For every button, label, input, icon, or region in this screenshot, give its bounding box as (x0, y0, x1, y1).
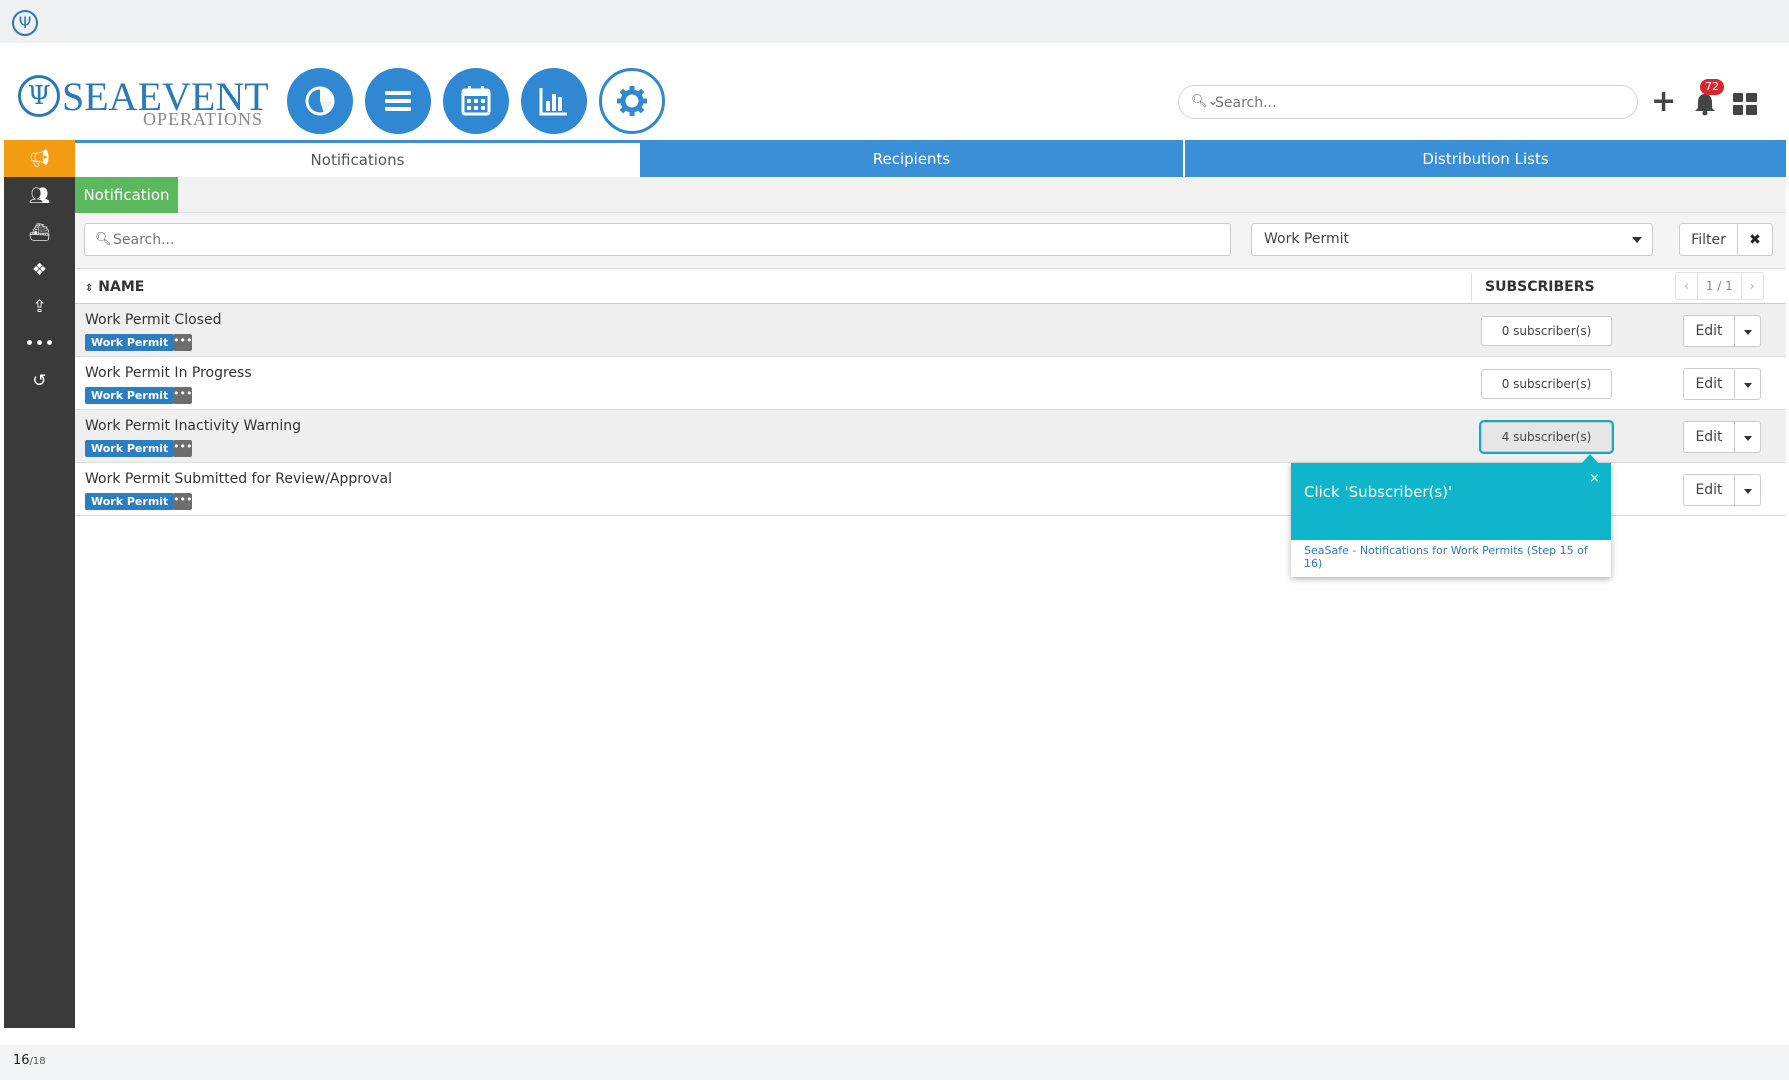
calendar-icon (461, 86, 491, 116)
step-footer: 16/18 (0, 1045, 1789, 1080)
main-nav (287, 68, 665, 134)
category-tag: Work Permit (85, 387, 175, 404)
users-icon: 👥︎ (28, 185, 51, 206)
guide-link[interactable]: SeaSafe - Notifications for Work Permits… (1304, 544, 1600, 570)
list-icon (385, 91, 411, 111)
tooltip-header (1291, 463, 1611, 540)
edit-button[interactable]: Edit (1683, 421, 1735, 453)
next-page-button[interactable]: › (1742, 273, 1763, 299)
filter-button[interactable]: Filter (1679, 223, 1738, 256)
tab-notifications[interactable]: Notifications (75, 140, 640, 177)
subtab-notification[interactable]: Notification (75, 177, 178, 213)
app-header: Ψ SEAEVENT OPERATIONS 🔍︎⌄ Search... + 72 (0, 43, 1789, 140)
history-icon: ↺ (32, 370, 47, 391)
top-strip: Ψ (0, 0, 1789, 43)
column-header-name[interactable]: ⇕ NAME (85, 279, 144, 295)
chevron-down-icon (1632, 237, 1642, 243)
close-icon[interactable]: × (1589, 471, 1600, 486)
edit-button[interactable]: Edit (1683, 474, 1735, 506)
search-icon: 🔍︎ (95, 232, 112, 247)
sidebar-item-upload[interactable]: ⇪ (4, 288, 75, 325)
reports-button[interactable] (521, 68, 587, 134)
prev-page-button[interactable]: ‹ (1676, 273, 1697, 299)
more-tags-button[interactable]: ••• (173, 493, 192, 510)
list-button[interactable] (365, 68, 431, 134)
trident-logo-icon[interactable]: Ψ (12, 10, 38, 36)
grid-icon (1733, 93, 1757, 115)
pagination: ‹ 1 / 1 › (1675, 272, 1764, 300)
list-search-input[interactable] (113, 230, 1213, 250)
tab-recipients[interactable]: Recipients (640, 140, 1185, 177)
column-divider (1471, 273, 1472, 301)
row-actions-dropdown[interactable] (1734, 315, 1761, 347)
add-button[interactable]: + (1651, 87, 1676, 117)
step-counter: 16/18 (13, 1053, 46, 1068)
subscribers-button[interactable]: 4 subscriber(s) (1481, 422, 1612, 452)
notification-name: Work Permit Closed (85, 312, 222, 328)
calendar-button[interactable] (443, 68, 509, 134)
step-current: 16 (13, 1053, 30, 1068)
sort-icon: ⇕ (85, 283, 94, 294)
ellipsis-icon: ••• (24, 333, 55, 354)
sidebar-item-more[interactable]: ••• (4, 325, 75, 362)
more-tags-button[interactable]: ••• (173, 440, 192, 457)
gear-icon (617, 86, 647, 116)
type-select-value: Work Permit (1264, 231, 1349, 247)
upload-icon: ⇪ (32, 296, 47, 317)
edit-button[interactable]: Edit (1683, 315, 1735, 347)
sidebar-item-history[interactable]: ↺ (4, 362, 75, 399)
sidebar-item-vessels[interactable]: ⛴︎ (4, 214, 75, 251)
table-row[interactable]: Work Permit Inactivity Warning Work Perm… (75, 410, 1786, 463)
more-tags-button[interactable]: ••• (173, 387, 192, 404)
sidebar-item-users[interactable]: 👥︎ (4, 177, 75, 214)
megaphone-icon: 📢︎ (28, 148, 51, 169)
list-search[interactable]: 🔍︎ (84, 223, 1231, 256)
trident-icon: Ψ (18, 75, 60, 117)
sidebar-item-notifications[interactable]: 📢︎ (4, 140, 75, 177)
bar-chart-icon (539, 88, 567, 116)
settings-button[interactable] (599, 68, 665, 134)
category-tag: Work Permit (85, 493, 175, 510)
row-actions-dropdown[interactable] (1734, 474, 1761, 506)
global-search-input[interactable] (1215, 92, 1625, 114)
row-actions-dropdown[interactable] (1734, 421, 1761, 453)
subscribers-button[interactable]: 0 subscriber(s) (1481, 316, 1612, 346)
notifications-bell[interactable]: 72 (1692, 79, 1724, 117)
ship-icon: ⛴︎ (28, 222, 51, 243)
step-total: /18 (29, 1056, 46, 1067)
row-actions-dropdown[interactable] (1734, 368, 1761, 400)
clear-filter-button[interactable]: ✖ (1737, 223, 1773, 256)
notification-name: Work Permit Submitted for Review/Approva… (85, 471, 393, 487)
pie-chart-icon (305, 86, 335, 116)
category-tag: Work Permit (85, 440, 175, 457)
dashboard-button[interactable] (287, 68, 353, 134)
left-sidebar: 📢︎ 👥︎ ⛴︎ ❖ ⇪ ••• ↺ (4, 140, 75, 1028)
table-row[interactable]: Work Permit Closed Work Permit ••• 0 sub… (75, 304, 1786, 357)
brand-subtitle: OPERATIONS (143, 109, 264, 129)
sidebar-item-modules[interactable]: ❖ (4, 251, 75, 288)
page-indicator: 1 / 1 (1696, 273, 1742, 299)
column-header-subscribers: SUBSCRIBERS (1485, 279, 1595, 295)
sub-tab-bar: Notification (75, 177, 1786, 213)
cubes-icon: ❖ (31, 259, 48, 280)
notification-count-badge: 72 (1700, 79, 1724, 95)
global-search[interactable]: 🔍︎⌄ (1178, 85, 1638, 119)
tooltip-title: Click 'Subscriber(s)' (1304, 483, 1453, 501)
notification-name: Work Permit Inactivity Warning (85, 418, 302, 434)
guide-tooltip: Click 'Subscriber(s)' × SeaSafe - Notifi… (1291, 454, 1611, 577)
main-tabs: Notifications Recipients Distribution Li… (75, 140, 1786, 177)
subscribers-button[interactable]: 0 subscriber(s) (1481, 369, 1612, 399)
filter-bar: 🔍︎ Work Permit Filter ✖ (75, 213, 1786, 268)
tab-distribution-lists[interactable]: Distribution Lists (1185, 140, 1786, 177)
table-row[interactable]: Work Permit In Progress Work Permit ••• … (75, 357, 1786, 410)
more-tags-button[interactable]: ••• (173, 334, 192, 351)
type-select[interactable]: Work Permit (1251, 223, 1653, 256)
notification-name: Work Permit In Progress (85, 365, 252, 381)
apps-grid-button[interactable] (1733, 93, 1757, 115)
table-header: ⇕ NAME SUBSCRIBERS ‹ 1 / 1 › (75, 268, 1786, 304)
category-tag: Work Permit (85, 334, 175, 351)
edit-button[interactable]: Edit (1683, 368, 1735, 400)
